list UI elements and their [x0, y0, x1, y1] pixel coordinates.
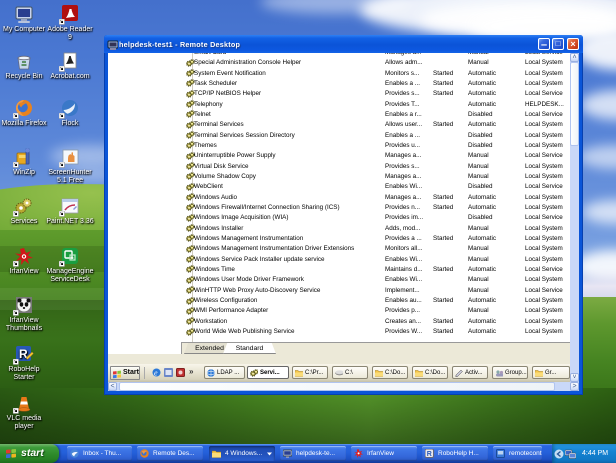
svg-text:e: e [154, 369, 158, 378]
svg-text:R: R [427, 451, 432, 458]
